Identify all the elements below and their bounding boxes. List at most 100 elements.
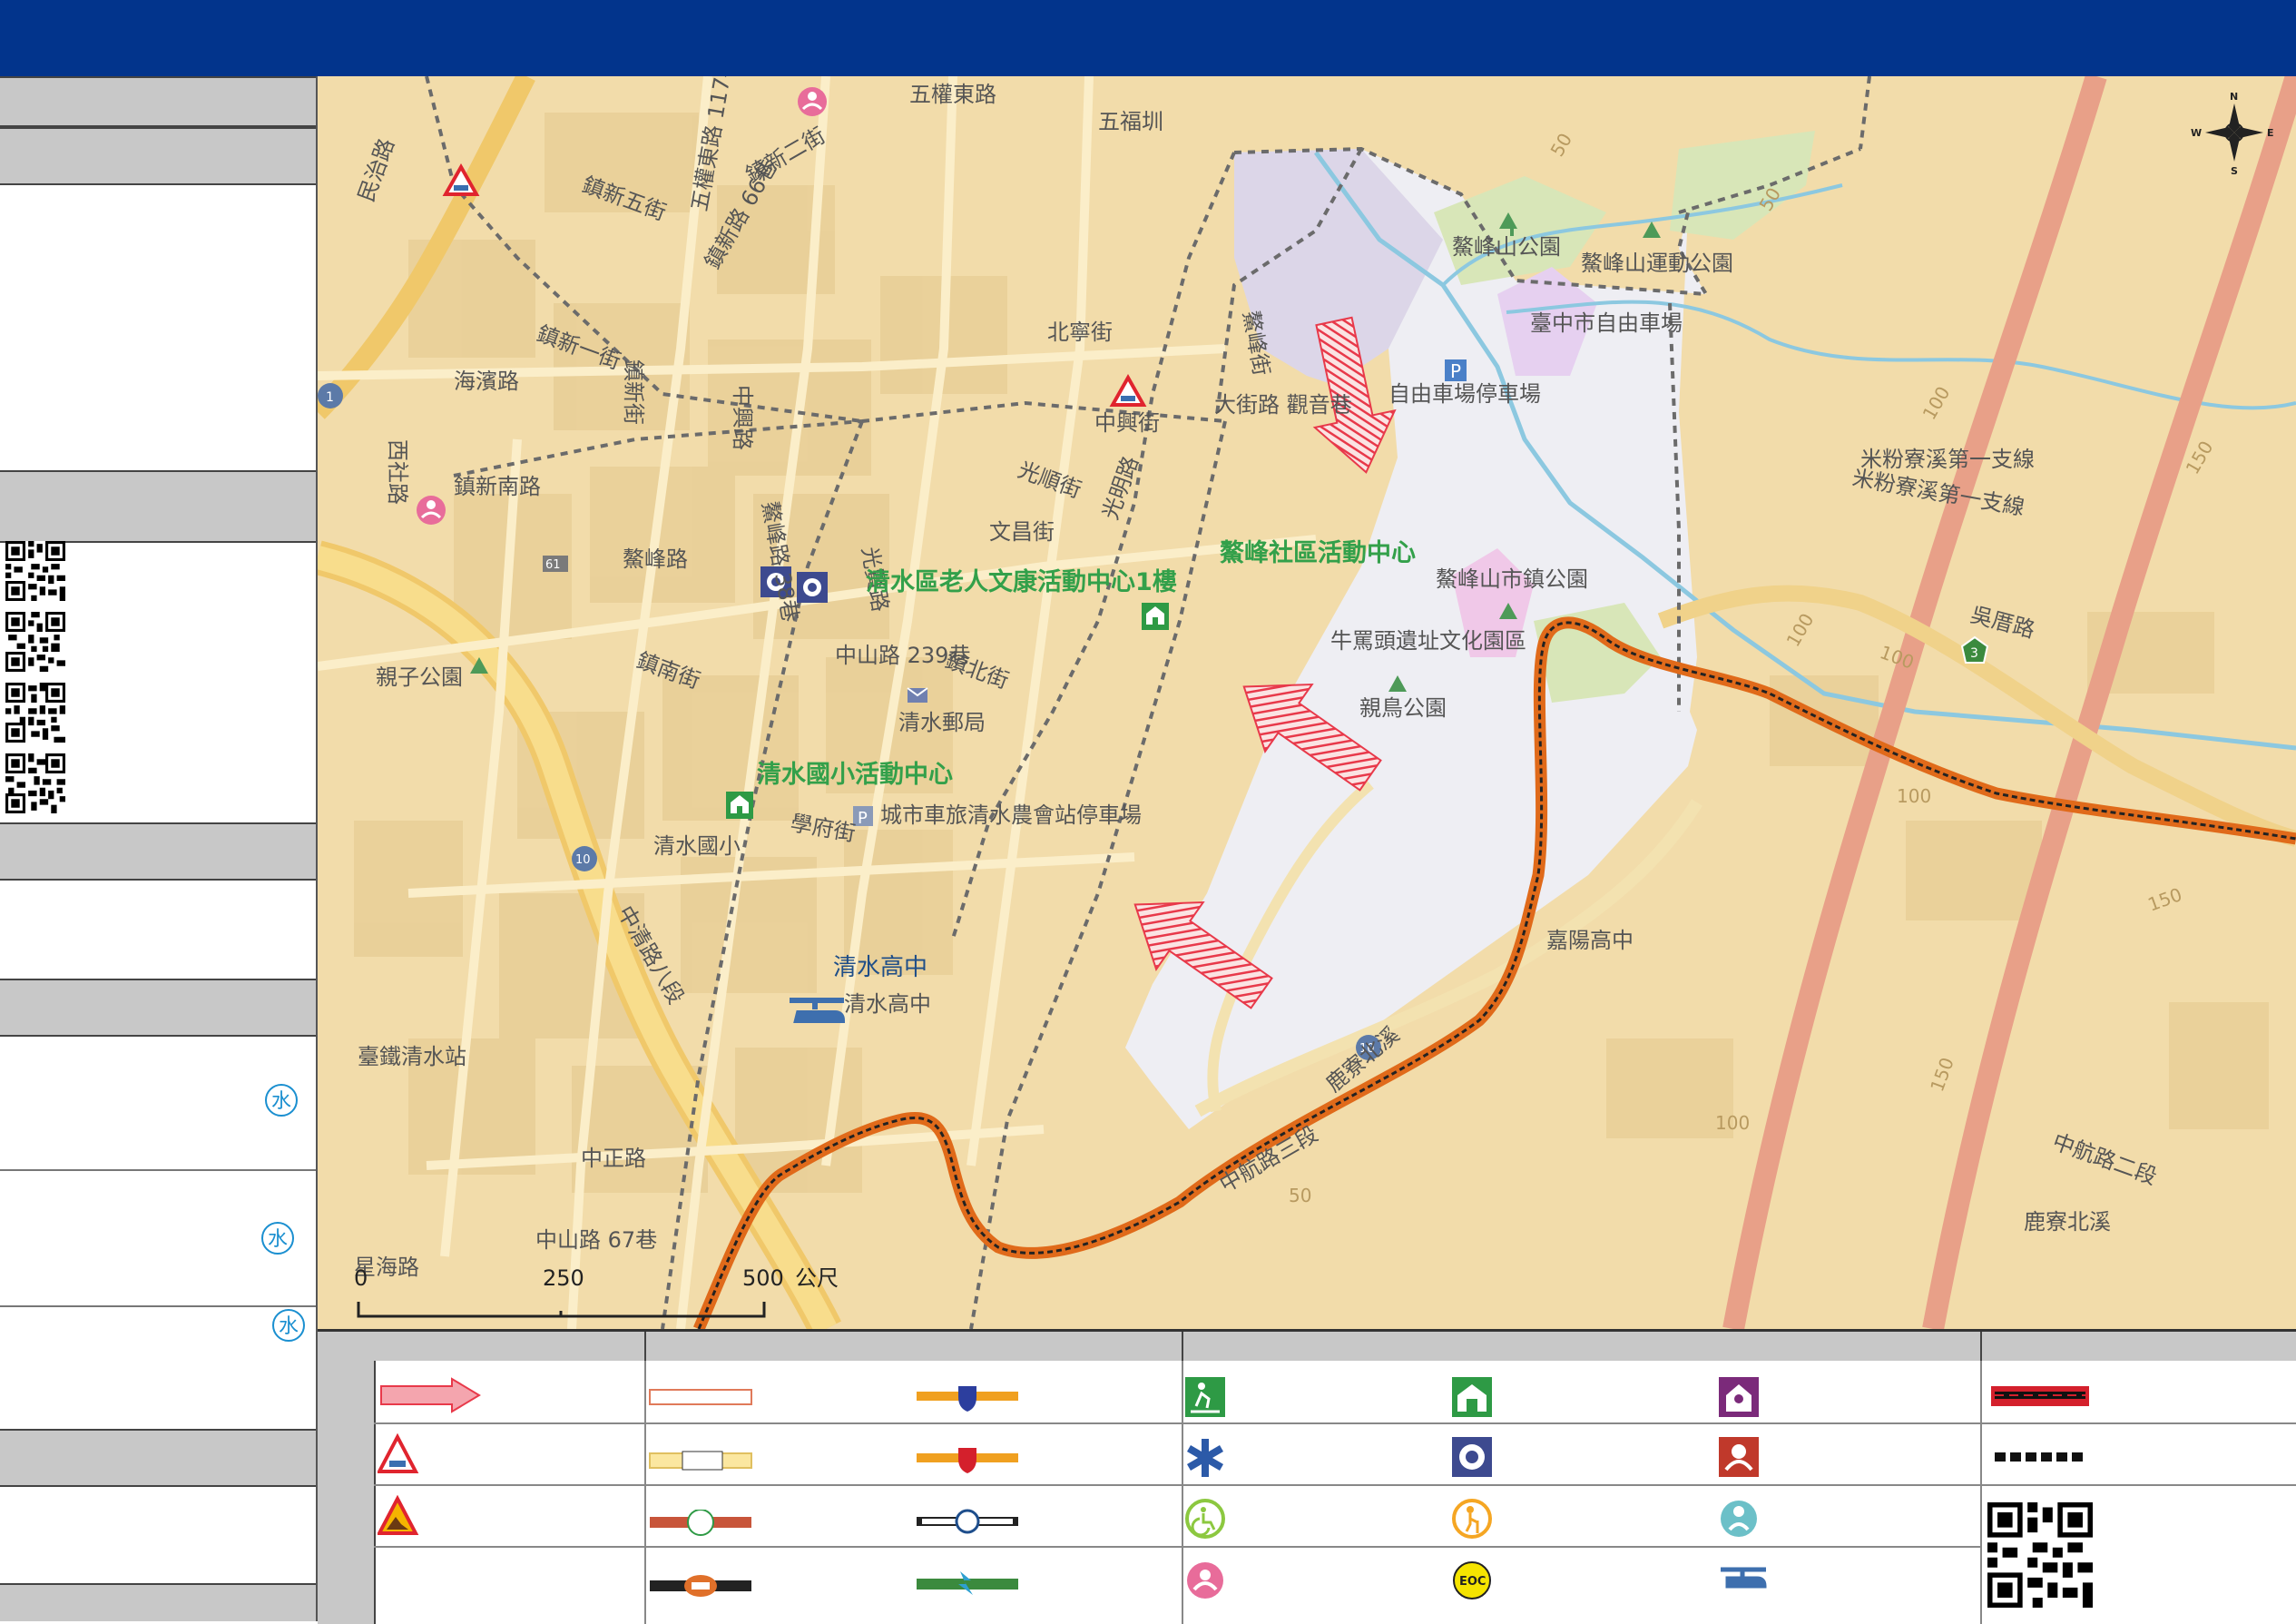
highway-legend-icon: [917, 1386, 1018, 1412]
railway-legend-icon: [650, 1575, 751, 1597]
road-label: 文昌街: [989, 519, 1055, 545]
road-label: 鎮新街: [621, 359, 646, 425]
road-label: 鎮新南路: [454, 474, 541, 499]
info-sidebar: 水 水 水: [0, 76, 318, 1621]
legend-row-divider: [374, 1422, 2296, 1424]
svg-text:61: 61: [545, 558, 561, 572]
qr-code-icon[interactable]: [5, 612, 65, 672]
evacuation-map[interactable]: P P N S E W 1 61 10 10 3 五權東路 五福圳 五權東路 1…: [318, 76, 2296, 1329]
parking-icon: P: [1445, 359, 1467, 382]
outdoor-shelter-icon: [1185, 1377, 1225, 1417]
debris-flow-warning-icon: [378, 1433, 419, 1473]
water-station-icon: 水: [261, 1222, 294, 1255]
park-label: 親鳥公園: [1359, 695, 1447, 721]
poi-label: 清水高中: [844, 991, 931, 1017]
poi-label: 嘉陽高中: [1546, 928, 1634, 953]
eoc-icon: EOC: [1453, 1561, 1491, 1599]
sidebar-section-header: [0, 822, 316, 881]
road-label: 中興街: [1094, 410, 1160, 436]
village-boundary-legend-icon: [1995, 1452, 2085, 1462]
map-canvas[interactable]: P P N S E W 1 61 10 10 3 五權東路 五福圳 五權東路 1…: [318, 76, 2296, 1329]
road-label: 中山路 239巷: [835, 643, 970, 668]
accessible-icon: [1185, 1499, 1225, 1539]
legend-row-divider: [374, 1546, 1982, 1548]
legend-col-divider: [1980, 1361, 1982, 1624]
svg-text:3: 3: [1970, 646, 1978, 661]
route-shield-icon: 10: [572, 846, 597, 871]
road-label: 中興路: [730, 385, 755, 450]
shelter-label: 清水區老人文康活動中心1樓: [866, 567, 1177, 596]
poi-label: 牛罵頭遺址文化園區: [1330, 628, 1526, 654]
shelter-label: 清水國小活動中心: [757, 761, 953, 789]
park-label: 鰲峰山公園: [1452, 234, 1561, 260]
svg-text:0: 0: [354, 1265, 368, 1291]
river-label: 鹿寮北溪: [2024, 1209, 2111, 1235]
contour-label: 100: [1897, 785, 1931, 807]
road-label: 大街路 觀音巷: [1214, 392, 1352, 418]
rail-station-legend-icon: [917, 1509, 1018, 1534]
helicopter-icon: [1721, 1567, 1767, 1589]
svg-text:EOC: EOC: [1459, 1575, 1486, 1589]
indoor-shelter-icon: [726, 792, 753, 819]
map-legend: EOC: [318, 1329, 2296, 1624]
road-label: 中山路 67巷: [535, 1227, 657, 1253]
svg-text:P: P: [858, 809, 868, 828]
title-bar: [0, 0, 2296, 78]
provincial-road-legend-icon: [917, 1448, 1018, 1473]
contour-label: 100: [1715, 1112, 1750, 1134]
canal-label: 五福圳: [1098, 109, 1163, 134]
poi-label: 清水郵局: [898, 710, 986, 735]
legend-column-header: [1183, 1332, 1982, 1361]
women-children-icon: [1187, 1562, 1223, 1599]
road-width-legend-icon: [649, 1451, 752, 1471]
evacuation-arrow-icon: [380, 1377, 481, 1413]
qr-code-icon[interactable]: [5, 753, 65, 813]
road-label: 中正路: [581, 1146, 646, 1171]
child-care-icon: [1721, 1501, 1757, 1537]
poi-label: 城市車旅清水農會站停車場: [880, 802, 1142, 828]
park-label: 親子公園: [376, 664, 463, 690]
high-speed-rail-legend-icon: [917, 1571, 1018, 1595]
svg-text:10: 10: [575, 853, 591, 867]
social-welfare-icon: [417, 496, 446, 525]
district-boundary-legend-icon: [650, 1510, 751, 1536]
qr-code-icon[interactable]: [5, 683, 65, 743]
elderly-care-icon: [1452, 1499, 1492, 1539]
svg-text:公尺: 公尺: [795, 1265, 839, 1291]
social-welfare-icon: [798, 87, 827, 116]
water-station-icon: 水: [272, 1309, 305, 1342]
poi-label: 臺鐵清水站: [358, 1044, 466, 1069]
fire-station-icon: [1719, 1437, 1759, 1477]
park-label: 鰲峰山市鎮公園: [1436, 566, 1588, 592]
svg-text:P: P: [1450, 360, 1461, 382]
compass-w: W: [2191, 127, 2202, 139]
road-label: 五權東路: [909, 82, 996, 107]
qr-code-icon[interactable]: [5, 541, 65, 601]
legend-side-header: [318, 1332, 376, 1624]
police-icon: [1452, 1437, 1492, 1477]
road-label: 鰲峰路: [623, 546, 688, 572]
divider: [0, 1305, 316, 1307]
sidebar-section-header: [0, 127, 316, 185]
sidebar-section-header: [0, 470, 316, 543]
compass-e: E: [2267, 127, 2274, 139]
road-label: 北寧街: [1047, 320, 1113, 345]
medical-icon: [1187, 1439, 1223, 1477]
sidebar-section-header: [0, 1583, 316, 1621]
route-shield-icon: 61: [543, 556, 568, 572]
park-label: 鰲峰山運動公園: [1581, 251, 1733, 276]
river-label: 米粉寮溪第一支線: [1860, 447, 2035, 472]
svg-text:500: 500: [742, 1265, 784, 1291]
legend-column-header: [646, 1332, 1183, 1361]
social-welfare-icon: [1719, 1377, 1759, 1417]
poi-label: 自由車場停車場: [1388, 381, 1541, 407]
indoor-shelter-icon: [1452, 1377, 1492, 1417]
poi-label: 臺中市自由車場: [1530, 310, 1683, 336]
sidebar-section-header: [0, 979, 316, 1037]
post-office-icon: [907, 687, 928, 703]
qr-code-icon[interactable]: [1987, 1502, 2093, 1608]
legend-row-divider: [374, 1484, 2296, 1486]
svg-text:250: 250: [543, 1265, 584, 1291]
compass-n: N: [2230, 91, 2238, 103]
indoor-shelter-icon: [1142, 603, 1169, 630]
